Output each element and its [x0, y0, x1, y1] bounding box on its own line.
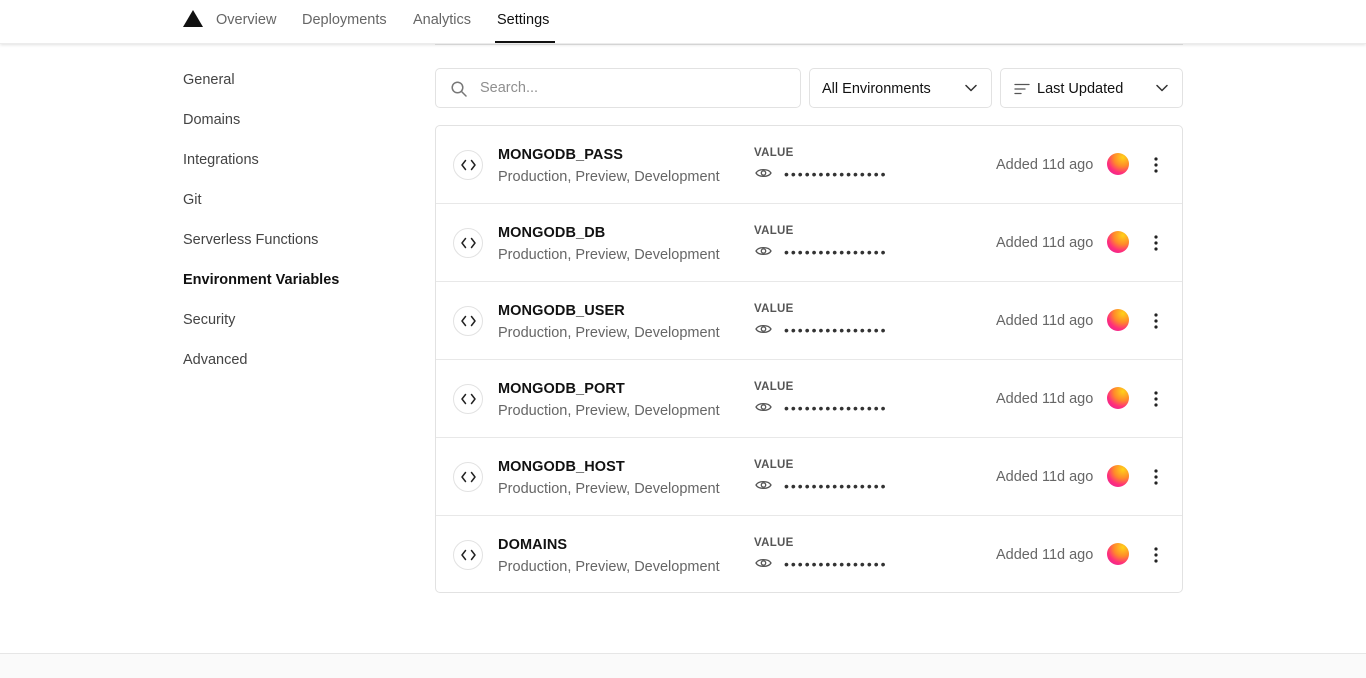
- variable-environments: Production, Preview, Development: [498, 247, 720, 263]
- masked-value: •••••••••••••••: [784, 478, 888, 494]
- added-timestamp: Added 11d ago: [996, 157, 1094, 173]
- top-navigation: Overview Deployments Analytics Settings: [0, 0, 1366, 44]
- eye-icon[interactable]: [755, 401, 772, 413]
- sidebar-item-security[interactable]: Security: [183, 311, 235, 329]
- eye-icon[interactable]: [755, 323, 772, 335]
- chevron-down-icon: [1156, 84, 1168, 92]
- code-brackets-icon: [453, 462, 483, 492]
- sidebar-item-integrations[interactable]: Integrations: [183, 151, 259, 169]
- tab-analytics[interactable]: Analytics: [413, 11, 471, 29]
- env-variable-row[interactable]: MONGODB_PASS Production, Preview, Develo…: [436, 126, 1182, 204]
- sort-lines-icon: [1014, 83, 1030, 95]
- tab-settings[interactable]: Settings: [497, 11, 549, 29]
- added-timestamp: Added 11d ago: [996, 235, 1094, 251]
- sidebar-item-git[interactable]: Git: [183, 191, 202, 209]
- variable-environments: Production, Preview, Development: [498, 169, 720, 185]
- value-label: VALUE: [754, 147, 794, 159]
- sidebar-item-environment-variables[interactable]: Environment Variables: [183, 271, 339, 289]
- value-label: VALUE: [754, 225, 794, 237]
- code-brackets-icon: [453, 384, 483, 414]
- avatar: [1107, 543, 1129, 565]
- env-variables-list: MONGODB_PASS Production, Preview, Develo…: [435, 125, 1183, 593]
- tab-overview[interactable]: Overview: [216, 11, 276, 29]
- avatar: [1107, 231, 1129, 253]
- tab-deployments[interactable]: Deployments: [302, 11, 387, 29]
- avatar: [1107, 309, 1129, 331]
- sort-select[interactable]: Last Updated: [1000, 68, 1183, 108]
- value-label: VALUE: [754, 381, 794, 393]
- masked-value: •••••••••••••••: [784, 166, 888, 182]
- active-tab-indicator: [495, 41, 555, 43]
- env-variable-row[interactable]: MONGODB_HOST Production, Preview, Develo…: [436, 438, 1182, 516]
- code-brackets-icon: [453, 228, 483, 258]
- variable-environments: Production, Preview, Development: [498, 481, 720, 497]
- variable-environments: Production, Preview, Development: [498, 403, 720, 419]
- added-timestamp: Added 11d ago: [996, 313, 1094, 329]
- value-label: VALUE: [754, 537, 794, 549]
- eye-icon[interactable]: [755, 167, 772, 179]
- eye-icon[interactable]: [755, 557, 772, 569]
- env-variable-row[interactable]: MONGODB_DB Production, Preview, Developm…: [436, 204, 1182, 282]
- variable-name: MONGODB_DB: [498, 225, 606, 241]
- env-variable-row[interactable]: MONGODB_USER Production, Preview, Develo…: [436, 282, 1182, 360]
- search-icon: [451, 81, 467, 97]
- code-brackets-icon: [453, 306, 483, 336]
- added-timestamp: Added 11d ago: [996, 547, 1094, 563]
- sort-select-value: Last Updated: [1037, 81, 1124, 97]
- variable-environments: Production, Preview, Development: [498, 325, 720, 341]
- more-vertical-icon[interactable]: [1148, 467, 1164, 487]
- variable-name: MONGODB_USER: [498, 303, 625, 319]
- env-variable-row[interactable]: DOMAINS Production, Preview, Development…: [436, 516, 1182, 594]
- masked-value: •••••••••••••••: [784, 400, 888, 416]
- variable-name: MONGODB_PASS: [498, 147, 624, 163]
- environment-select[interactable]: All Environments: [809, 68, 992, 108]
- value-label: VALUE: [754, 303, 794, 315]
- sidebar-item-serverless-functions[interactable]: Serverless Functions: [183, 231, 318, 249]
- code-brackets-icon: [453, 150, 483, 180]
- environment-select-value: All Environments: [822, 81, 931, 97]
- eye-icon[interactable]: [755, 245, 772, 257]
- added-timestamp: Added 11d ago: [996, 469, 1094, 485]
- more-vertical-icon[interactable]: [1148, 389, 1164, 409]
- more-vertical-icon[interactable]: [1148, 545, 1164, 565]
- avatar: [1107, 153, 1129, 175]
- variable-name: DOMAINS: [498, 537, 568, 553]
- avatar: [1107, 465, 1129, 487]
- variable-environments: Production, Preview, Development: [498, 559, 720, 575]
- value-label: VALUE: [754, 459, 794, 471]
- sidebar-item-advanced[interactable]: Advanced: [183, 351, 248, 369]
- env-variable-row[interactable]: MONGODB_PORT Production, Preview, Develo…: [436, 360, 1182, 438]
- added-timestamp: Added 11d ago: [996, 391, 1094, 407]
- masked-value: •••••••••••••••: [784, 556, 888, 572]
- masked-value: •••••••••••••••: [784, 244, 888, 260]
- more-vertical-icon[interactable]: [1148, 233, 1164, 253]
- sidebar-item-domains[interactable]: Domains: [183, 111, 240, 129]
- triangle-logo-icon[interactable]: [183, 10, 203, 27]
- page-footer: [0, 653, 1366, 678]
- variable-name: MONGODB_HOST: [498, 459, 625, 475]
- variable-name: MONGODB_PORT: [498, 381, 625, 397]
- chevron-down-icon: [965, 84, 977, 92]
- masked-value: •••••••••••••••: [784, 322, 888, 338]
- content-divider: [435, 44, 1183, 45]
- more-vertical-icon[interactable]: [1148, 155, 1164, 175]
- more-vertical-icon[interactable]: [1148, 311, 1164, 331]
- code-brackets-icon: [453, 540, 483, 570]
- eye-icon[interactable]: [755, 479, 772, 491]
- avatar: [1107, 387, 1129, 409]
- search-box: [435, 68, 801, 108]
- search-input[interactable]: [480, 77, 780, 99]
- sidebar-item-general[interactable]: General: [183, 71, 235, 89]
